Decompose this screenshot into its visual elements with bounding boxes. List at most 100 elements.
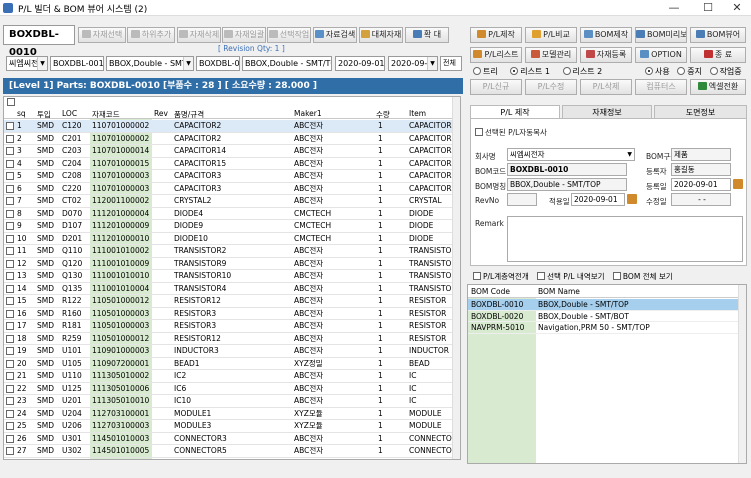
table-row[interactable]: 4 SMD C204 110701000015 CAPACITOR15 ABC전자 1 CAP…: [4, 158, 454, 170]
select-all-checkbox[interactable]: [7, 98, 15, 106]
table-row[interactable]: 22 SMD U125 111305010006 IC6 ABC전자 1 IC: [4, 383, 454, 395]
add-child-button[interactable]: 하위추가: [127, 27, 175, 43]
bom-list-row[interactable]: BOXDBL-0020 BBOX,Double - SMT/BOT: [468, 311, 740, 322]
name-select[interactable]: BBOX,Double - SMT/T(▼: [106, 56, 194, 71]
table-row[interactable]: 18 SMD R259 110501000012 RESISTOR12 ABC전자 1 RES…: [4, 333, 454, 345]
company-select[interactable]: 씨엠씨전자 ▼: [6, 56, 48, 71]
row-checkbox[interactable]: [6, 409, 14, 418]
auto-copy-checkbox[interactable]: 선택된 P/L자동복사: [475, 127, 547, 138]
hierarchy-checkbox[interactable]: P/L계층역전개: [473, 272, 529, 281]
table-row[interactable]: 5 SMD C208 110701000003 CAPACITOR3 ABC전자 1 CAPA…: [4, 170, 454, 183]
bom-list-scrollbar[interactable]: [738, 285, 746, 463]
row-checkbox[interactable]: [6, 259, 14, 268]
table-row[interactable]: 13 SMD Q130 111001010010 TRANSISTOR10 ABC전자 1 T…: [4, 270, 457, 283]
row-checkbox[interactable]: [6, 447, 14, 455]
bom-viewer-button[interactable]: BOM뷰어: [690, 27, 746, 43]
bom-list-grid[interactable]: BOM Code BOM Name BOXDBL-0010 BBOX,Double…: [467, 284, 747, 464]
maximize-button[interactable]: ☐: [694, 0, 722, 16]
table-row[interactable]: 16 SMD R160 110501000003 RESISTOR3 ABC전자 1 RESI…: [4, 308, 454, 320]
row-checkbox[interactable]: [6, 209, 14, 218]
tab-drawing-info[interactable]: 도면정보: [654, 105, 747, 119]
close-button[interactable]: ✕: [723, 0, 751, 16]
row-checkbox[interactable]: [6, 309, 14, 318]
name2-field[interactable]: BBOX,Double - SMT/TOP: [242, 56, 332, 71]
row-checkbox[interactable]: [6, 347, 14, 355]
radio-work[interactable]: 작업중: [709, 67, 742, 76]
table-row[interactable]: 27 SMD U302 114501010005 CONNECTOR5 ABC전자 1 CON…: [4, 445, 457, 458]
radio-tree[interactable]: 트리: [473, 67, 498, 76]
table-row[interactable]: 6 SMD C220 110701000003 CAPACITOR3 ABC전자 1 CAPA…: [4, 183, 454, 195]
all-bom-checkbox[interactable]: BOM 전체 보기: [612, 272, 673, 281]
table-row[interactable]: 21 SMD U110 111305010002 IC2 ABC전자 1 IC: [4, 370, 454, 383]
delete-material-button[interactable]: 자재삭제: [177, 27, 221, 43]
table-row[interactable]: 1 SMD C120 110701000002 CAPACITOR2 ABC전자 1 CAPA…: [4, 120, 454, 133]
row-checkbox[interactable]: [6, 147, 14, 155]
date2-select[interactable]: 2020-09-01 ▼: [388, 56, 438, 71]
table-row[interactable]: 12 SMD Q120 111001010009 TRANSISTOR9 ABC전자 1 TR…: [4, 258, 457, 270]
apply-date-field[interactable]: 2020-09-01: [571, 193, 625, 206]
pl-new-button[interactable]: P/L신규: [470, 79, 522, 95]
row-checkbox[interactable]: [6, 397, 14, 405]
code2-field[interactable]: BOXDBL-0010: [196, 56, 240, 71]
pl-edit-button[interactable]: P/L수정: [525, 79, 577, 95]
row-checkbox[interactable]: [6, 322, 14, 330]
exit-button[interactable]: 종 료: [690, 47, 746, 63]
bom-make-button[interactable]: BOM제작: [580, 27, 632, 43]
pl-make-button[interactable]: P/L제작: [470, 27, 522, 43]
row-checkbox[interactable]: [6, 184, 14, 193]
history-checkbox[interactable]: 선택 P/L 내역보기: [537, 272, 605, 281]
row-checkbox[interactable]: [6, 272, 14, 280]
radio-use[interactable]: 사용: [645, 67, 670, 76]
convert-button[interactable]: 컴퓨터스: [635, 79, 687, 95]
search-data-button[interactable]: 자료검색: [313, 27, 357, 43]
bom-preview-button[interactable]: BOM미리보기: [635, 27, 687, 43]
tab-material-info[interactable]: 자재정보: [562, 105, 652, 119]
reg-date-field[interactable]: 2020-09-01: [671, 178, 731, 191]
bom-list-row[interactable]: NAVPRM-5010 Navigation,PRM 50 - SMT/TOP: [468, 322, 740, 334]
parts-grid[interactable]: sq 투입 LOC 자재코드 Rev 품명/규격 Maker1 수량 Item …: [3, 96, 461, 460]
select-material-button[interactable]: 자재선택: [78, 27, 126, 43]
table-row[interactable]: 3 SMD C203 110701000014 CAPACITOR14 ABC전자 1 CAP…: [4, 145, 454, 158]
excel-export-button[interactable]: 엑셀전환: [690, 79, 746, 95]
row-checkbox[interactable]: [6, 172, 14, 180]
table-row[interactable]: 8 SMD D070 111201000004 DIODE4 CMCTECH 1 DIODE: [4, 208, 454, 220]
row-checkbox[interactable]: [6, 422, 14, 430]
tab-pl-make[interactable]: P/L 제작: [470, 105, 560, 119]
option-button[interactable]: OPTION: [635, 47, 687, 63]
row-checkbox[interactable]: [6, 122, 14, 130]
bom-list-row[interactable]: BOXDBL-0010 BBOX,Double - SMT/TOP: [468, 299, 740, 311]
material-register-button[interactable]: 자재등록: [580, 47, 632, 63]
row-checkbox[interactable]: [6, 247, 14, 255]
radio-list2[interactable]: 리스트 2: [562, 67, 602, 76]
row-checkbox[interactable]: [6, 434, 14, 443]
minimize-button[interactable]: —: [660, 0, 688, 16]
table-row[interactable]: 7 SMD CT02 112001100002 CRYSTAL2 ABC전자 1 CRYSTA…: [4, 195, 454, 208]
row-checkbox[interactable]: [6, 372, 14, 380]
row-checkbox[interactable]: [6, 222, 14, 230]
calendar-icon[interactable]: [627, 194, 637, 204]
row-checkbox[interactable]: [6, 384, 14, 393]
pl-list-button[interactable]: P/L리스트: [470, 47, 522, 63]
remark-textarea[interactable]: [507, 216, 743, 262]
calendar-icon[interactable]: [733, 179, 743, 189]
pl-compare-button[interactable]: P/L비교: [525, 27, 577, 43]
date-field[interactable]: 2020-09-01: [335, 56, 385, 71]
radio-stop[interactable]: 중지: [677, 67, 702, 76]
table-row[interactable]: 19 SMD U101 110901000003 INDUCTOR3 ABC전자 1 INDU…: [4, 345, 454, 358]
table-row[interactable]: 14 SMD Q135 111001010004 TRANSISTOR4 ABC전자 1 TR…: [4, 283, 457, 295]
table-row[interactable]: 25 SMD U206 112703100003 MODULE3 XYZ모듈 1 MODULE: [4, 420, 454, 433]
row-checkbox[interactable]: [6, 234, 14, 243]
table-row[interactable]: 15 SMD R122 110501000012 RESISTOR12 ABC전자 1 RES…: [4, 295, 454, 308]
row-checkbox[interactable]: [6, 197, 14, 205]
table-row[interactable]: 23 SMD U201 111305010010 IC10 ABC전자 1 IC: [4, 395, 454, 408]
company-select[interactable]: 씨엠씨전자 ▼: [507, 148, 635, 161]
replace-material-button[interactable]: 대체자재: [359, 27, 403, 43]
expand-button[interactable]: 확 대: [405, 27, 449, 43]
batch-material-button[interactable]: 자재일괄: [222, 27, 266, 43]
row-checkbox[interactable]: [6, 284, 14, 293]
row-checkbox[interactable]: [6, 134, 14, 143]
table-row[interactable]: 9 SMD D107 111201000009 DIODE9 CMCTECH 1 DIODE: [4, 220, 454, 233]
model-mgmt-button[interactable]: 모델관리: [525, 47, 577, 63]
table-row[interactable]: 17 SMD R181 110501000003 RESISTOR3 ABC전자 1 RESI…: [4, 320, 454, 333]
table-row[interactable]: 2 SMD C201 110701000002 CAPACITOR2 ABC전자 1 CAPA…: [4, 133, 454, 145]
